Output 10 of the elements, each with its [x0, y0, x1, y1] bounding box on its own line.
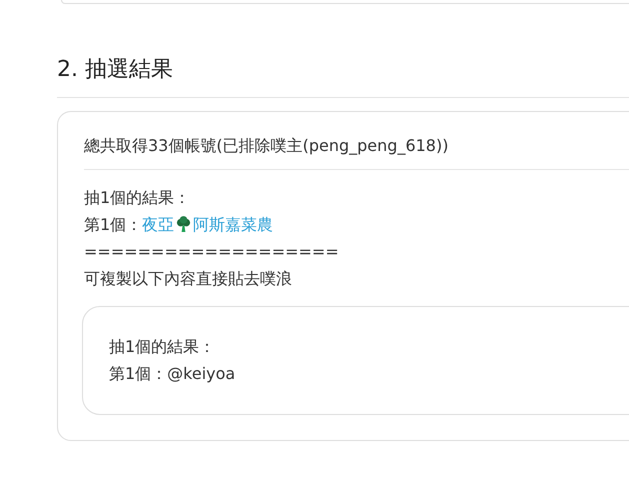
summary-text: 總共取得33個帳號(已排除噗主(peng_peng_618)) [84, 136, 629, 170]
copy-line: 抽1個的結果： [109, 336, 216, 358]
separator-text: =================== [84, 241, 340, 263]
winner-link[interactable]: 夜亞 阿斯嘉菜農 [142, 211, 274, 238]
section-heading: 2. 抽選結果 [57, 53, 629, 98]
copy-hint: 可複製以下內容直接貼去噗浪 [84, 268, 293, 290]
broccoli-icon [176, 216, 192, 233]
draw-title: 抽1個的結果： [84, 187, 192, 209]
winner-label: 第1個： [84, 214, 142, 236]
copy-line: 第1個：@keiyoa [109, 363, 236, 385]
